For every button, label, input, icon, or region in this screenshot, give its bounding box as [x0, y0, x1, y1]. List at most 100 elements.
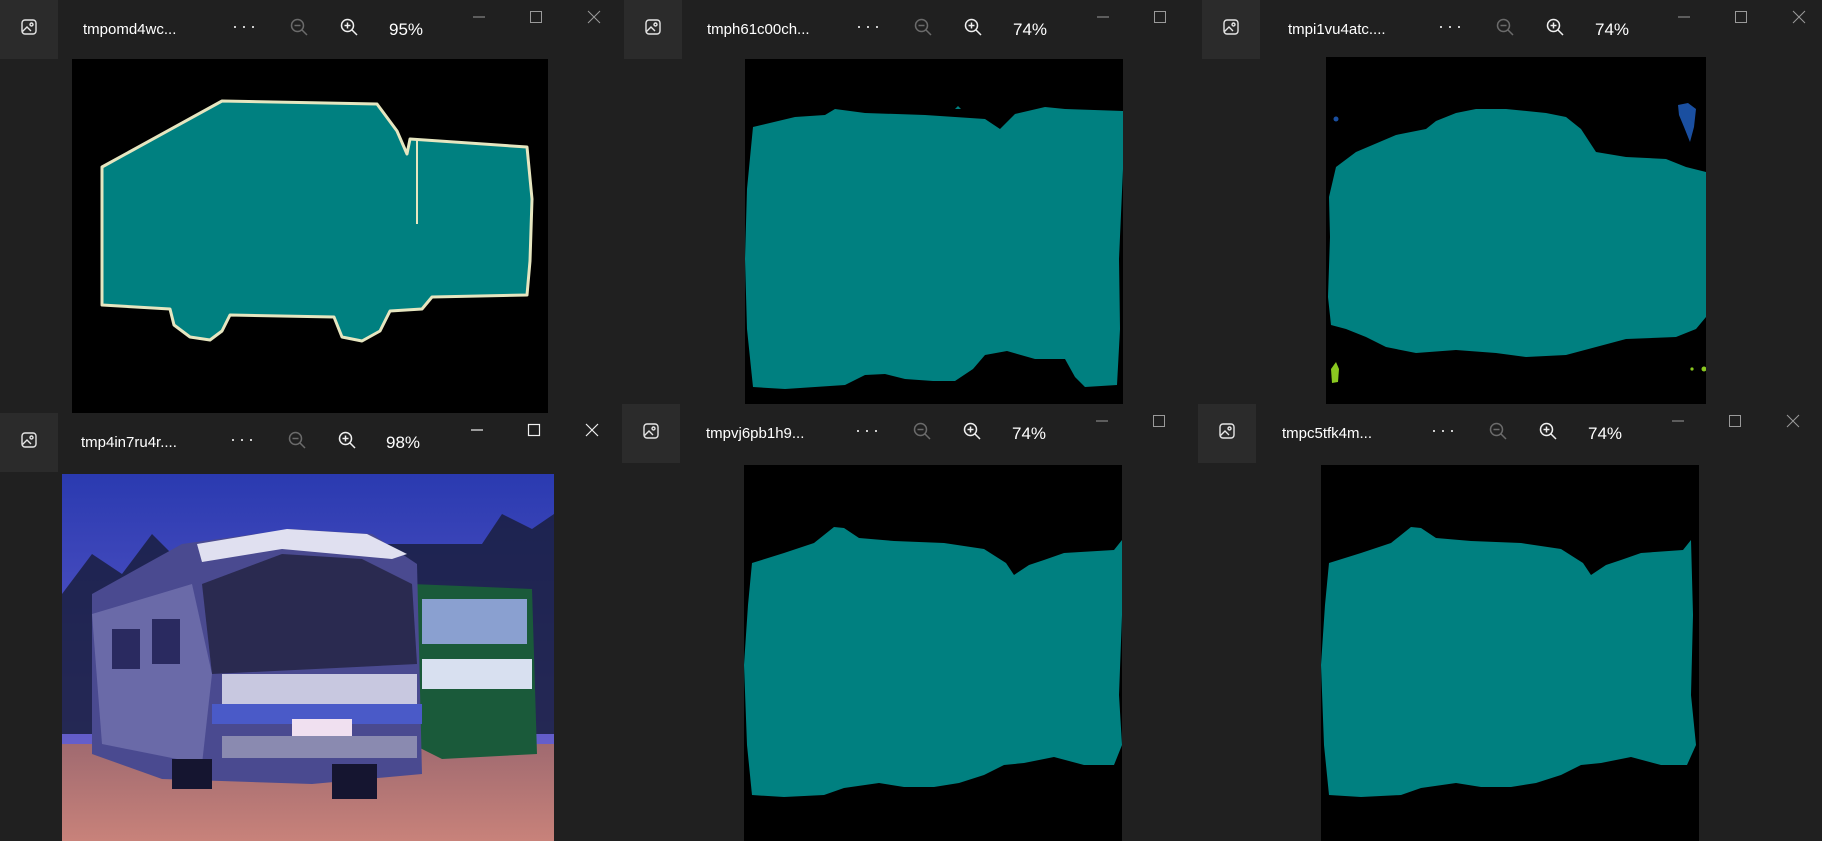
maximize-button[interactable]	[525, 421, 543, 443]
app-menu-button[interactable]	[1202, 0, 1260, 59]
zoom-level[interactable]: 74%	[1013, 0, 1047, 59]
zoom-out-icon	[913, 17, 933, 42]
image-viewer-window: tmpomd4wc... ··· 95%	[0, 0, 624, 413]
close-button[interactable]	[583, 421, 601, 443]
app-menu-button[interactable]	[1198, 404, 1256, 463]
segmentation-mask-image	[1321, 527, 1696, 797]
zoom-in-icon	[339, 17, 359, 42]
minimize-button[interactable]	[1094, 8, 1112, 30]
more-options-button[interactable]: ···	[856, 0, 883, 59]
zoom-in-button[interactable]	[1544, 18, 1566, 40]
minimize-icon	[1671, 414, 1685, 433]
zoom-out-button[interactable]	[912, 18, 934, 40]
zoom-out-icon	[912, 421, 932, 446]
zoom-in-icon	[1538, 421, 1558, 446]
title-bar[interactable]: tmp4in7ru4r.... ··· 98%	[0, 413, 622, 472]
minimize-button[interactable]	[468, 421, 486, 443]
close-icon	[585, 423, 599, 442]
zoom-in-button[interactable]	[336, 431, 358, 453]
window-title: tmpc5tfk4m...	[1282, 425, 1373, 442]
image-canvas[interactable]	[62, 474, 554, 841]
minimize-button[interactable]	[470, 8, 488, 30]
zoom-out-icon	[289, 17, 309, 42]
zoom-out-button[interactable]	[288, 18, 310, 40]
more-options-button[interactable]: ···	[1438, 0, 1465, 59]
minimize-icon	[1095, 414, 1109, 433]
minimize-button[interactable]	[1093, 412, 1111, 434]
image-canvas[interactable]	[72, 59, 548, 413]
close-button[interactable]	[585, 8, 603, 30]
window-title: tmp4in7ru4r....	[81, 434, 177, 451]
zoom-in-icon	[337, 430, 357, 455]
app-menu-button[interactable]	[622, 404, 680, 463]
more-options-button[interactable]: ···	[230, 413, 257, 472]
more-options-button[interactable]: ···	[232, 0, 259, 59]
title-bar[interactable]: tmpvj6pb1h9... ··· 74%	[622, 404, 1198, 463]
maximize-button[interactable]	[1726, 412, 1744, 434]
maximize-icon	[1153, 10, 1167, 29]
close-icon	[587, 10, 601, 29]
maximize-icon	[1728, 414, 1742, 433]
image-canvas[interactable]	[1321, 465, 1699, 841]
app-menu-button[interactable]	[624, 0, 682, 59]
maximize-icon	[1734, 10, 1748, 29]
minimize-icon	[472, 10, 486, 29]
maximize-button[interactable]	[1732, 8, 1750, 30]
zoom-in-icon	[963, 17, 983, 42]
maximize-button[interactable]	[527, 8, 545, 30]
zoom-out-icon	[1495, 17, 1515, 42]
zoom-level[interactable]: 98%	[386, 413, 420, 472]
window-title: tmph61c00ch...	[707, 21, 810, 38]
title-bar[interactable]: tmph61c00ch... ··· 74%	[624, 0, 1202, 59]
minimize-button[interactable]	[1675, 8, 1693, 30]
zoom-out-button[interactable]	[911, 422, 933, 444]
image-viewer-window: tmph61c00ch... ··· 74%	[624, 0, 1202, 404]
close-icon	[1792, 10, 1806, 29]
maximize-icon	[1152, 414, 1166, 433]
maximize-button[interactable]	[1150, 412, 1168, 434]
bus-photo	[62, 474, 554, 841]
zoom-level[interactable]: 74%	[1595, 0, 1629, 59]
image-viewer-window: tmp4in7ru4r.... ··· 98%	[0, 413, 622, 841]
image-icon	[1217, 421, 1237, 446]
minimize-icon	[1677, 10, 1691, 29]
maximize-icon	[529, 10, 543, 29]
zoom-in-button[interactable]	[338, 18, 360, 40]
zoom-in-button[interactable]	[1537, 422, 1559, 444]
zoom-out-button[interactable]	[1487, 422, 1509, 444]
zoom-level[interactable]: 95%	[389, 0, 423, 59]
zoom-out-button[interactable]	[286, 431, 308, 453]
app-menu-button[interactable]	[0, 0, 58, 59]
image-icon	[19, 17, 39, 42]
image-icon	[1221, 17, 1241, 42]
image-viewer-window: tmpi1vu4atc.... ··· 74%	[1202, 0, 1822, 404]
zoom-level[interactable]: 74%	[1012, 404, 1046, 463]
zoom-in-button[interactable]	[962, 18, 984, 40]
image-canvas[interactable]	[1326, 57, 1706, 404]
image-canvas[interactable]	[744, 465, 1122, 841]
more-options-button[interactable]: ···	[855, 404, 882, 463]
maximize-icon	[527, 423, 541, 442]
segmentation-mask-image	[1328, 103, 1706, 383]
more-options-button[interactable]: ···	[1431, 404, 1458, 463]
minimize-icon	[470, 423, 484, 442]
close-button[interactable]	[1790, 8, 1808, 30]
title-bar[interactable]: tmpi1vu4atc.... ··· 74%	[1202, 0, 1822, 59]
image-canvas[interactable]	[745, 59, 1123, 404]
image-icon	[641, 421, 661, 446]
window-title: tmpvj6pb1h9...	[706, 425, 805, 442]
app-menu-button[interactable]	[0, 413, 58, 472]
close-button[interactable]	[1784, 412, 1802, 434]
zoom-in-icon	[962, 421, 982, 446]
zoom-in-button[interactable]	[961, 422, 983, 444]
zoom-out-button[interactable]	[1494, 18, 1516, 40]
title-bar[interactable]: tmpomd4wc... ··· 95%	[0, 0, 624, 59]
zoom-level[interactable]: 74%	[1588, 404, 1622, 463]
maximize-button[interactable]	[1151, 8, 1169, 30]
zoom-in-icon	[1545, 17, 1565, 42]
image-icon	[19, 430, 39, 455]
title-bar[interactable]: tmpc5tfk4m... ··· 74%	[1198, 404, 1822, 463]
zoom-out-icon	[287, 430, 307, 455]
zoom-out-icon	[1488, 421, 1508, 446]
minimize-button[interactable]	[1669, 412, 1687, 434]
